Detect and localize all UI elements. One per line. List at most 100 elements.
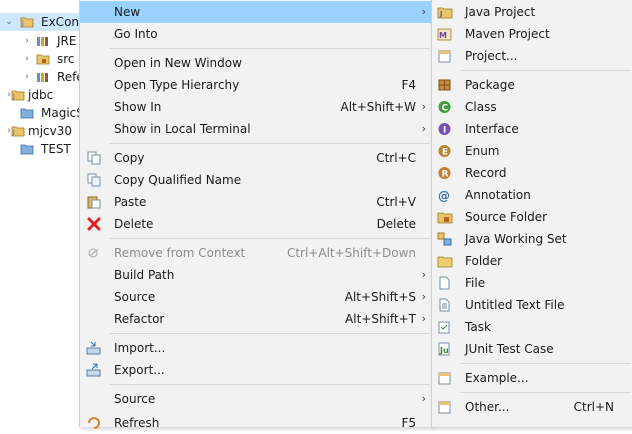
tree-item-label: src: [57, 52, 75, 66]
tree-item-references[interactable]: › Refe: [0, 68, 84, 86]
menu-item-source-2[interactable]: Source ›: [80, 388, 432, 410]
svg-text:J: J: [12, 93, 15, 100]
submenu-item-label: JUnit Test Case: [465, 342, 554, 356]
submenu-item-junit-test-case[interactable]: Ju JUnit Test Case: [432, 338, 632, 360]
submenu-item-java-project[interactable]: J Java Project: [432, 1, 632, 23]
submenu-item-folder[interactable]: Folder: [432, 250, 632, 272]
menu-item-shortcut: Ctrl+V: [376, 195, 416, 209]
menu-item-delete[interactable]: Delete Delete: [80, 213, 432, 235]
tree-item-jdbc[interactable]: › J jdbc: [0, 86, 80, 104]
submenu-item-label: Package: [465, 78, 515, 92]
menu-item-label: Delete: [114, 217, 154, 231]
tree-item-magics[interactable]: MagicS: [0, 104, 84, 122]
menu-item-shortcut: Ctrl+C: [376, 151, 416, 165]
menu-item-label: Import...: [114, 341, 166, 355]
chevron-right-icon[interactable]: ›: [22, 68, 32, 86]
package-icon: [438, 79, 451, 91]
library-icon: [37, 73, 48, 82]
menu-item-copy-qualified-name[interactable]: Copy Qualified Name: [80, 169, 432, 191]
folder-icon: [20, 144, 34, 155]
submenu-item-label: Enum: [465, 144, 500, 158]
folder-icon: [20, 108, 34, 119]
project-explorer-tree: ⌄ J ExConn › JRE › src › Refe › J jdbc M…: [0, 0, 87, 427]
menu-separator: [110, 143, 430, 144]
task-icon: [438, 321, 450, 334]
submenu-item-label: Project...: [465, 49, 518, 63]
submenu-item-interface[interactable]: I Interface: [432, 118, 632, 140]
menu-item-refactor[interactable]: Refactor Alt+Shift+T ›: [80, 308, 432, 330]
tree-item-label: TEST: [41, 142, 71, 156]
chevron-right-icon: ›: [421, 312, 426, 325]
menu-item-import[interactable]: Import...: [80, 337, 432, 359]
svg-text:I: I: [443, 126, 446, 136]
menu-item-show-in-local-terminal[interactable]: Show in Local Terminal ›: [80, 118, 432, 140]
submenu-item-label: Example...: [465, 371, 529, 385]
menu-item-shortcut: Delete: [376, 217, 416, 231]
menu-item-shortcut: Ctrl+Alt+Shift+Down: [286, 246, 416, 260]
submenu-item-other[interactable]: Other... Ctrl+N: [432, 396, 632, 418]
svg-text:J: J: [12, 129, 15, 136]
paste-icon: [87, 196, 101, 209]
menu-separator: [110, 384, 430, 385]
submenu-item-task[interactable]: Task: [432, 316, 632, 338]
submenu-item-example[interactable]: Example...: [432, 367, 632, 389]
menu-item-shortcut: Alt+Shift+S: [344, 290, 416, 304]
context-menu: New › Go Into Open in New Window Open Ty…: [79, 0, 433, 430]
svg-text:J: J: [439, 10, 443, 18]
enum-icon: E: [438, 145, 451, 158]
chevron-down-icon[interactable]: ⌄: [4, 13, 14, 31]
submenu-item-label: File: [465, 276, 486, 290]
chevron-right-icon: ›: [421, 100, 426, 113]
submenu-item-enum[interactable]: E Enum: [432, 140, 632, 162]
menu-item-shortcut: Alt+Shift+T: [345, 312, 416, 326]
menu-item-show-in[interactable]: Show In Alt+Shift+W ›: [80, 96, 432, 118]
submenu-item-project[interactable]: Project...: [432, 45, 632, 67]
tree-item-mjcv30[interactable]: › J mjcv30: [0, 122, 80, 140]
menu-separator: [110, 333, 430, 334]
source-folder-icon: [36, 54, 50, 65]
tree-item-label: JRE: [57, 34, 77, 48]
menu-item-paste[interactable]: Paste Ctrl+V: [80, 191, 432, 213]
submenu-item-label: Java Working Set: [465, 232, 567, 246]
submenu-item-label: Maven Project: [465, 27, 550, 41]
menu-item-open-type-hierarchy[interactable]: Open Type Hierarchy F4: [80, 74, 432, 96]
submenu-item-file[interactable]: File: [432, 272, 632, 294]
submenu-item-label: Class: [465, 100, 497, 114]
menu-item-label: Open in New Window: [114, 56, 242, 70]
submenu-item-label: Source Folder: [465, 210, 548, 224]
chevron-right-icon[interactable]: ›: [22, 50, 32, 68]
submenu-item-annotation[interactable]: @ Annotation: [432, 184, 632, 206]
tree-item-label: mjcv30: [28, 124, 72, 138]
chevron-right-icon[interactable]: ›: [22, 32, 32, 50]
menu-item-label: Export...: [114, 363, 165, 377]
menu-item-open-in-new-window[interactable]: Open in New Window: [80, 52, 432, 74]
menu-item-remove-from-context[interactable]: Remove from Context Ctrl+Alt+Shift+Down: [80, 242, 432, 264]
menu-item-refresh[interactable]: Refresh F5: [80, 412, 432, 434]
menu-item-copy[interactable]: Copy Ctrl+C: [80, 147, 432, 169]
maven-project-icon: M: [437, 28, 452, 41]
menu-item-export[interactable]: Export...: [80, 359, 432, 381]
menu-item-label: Paste: [114, 195, 147, 209]
menu-item-go-into[interactable]: Go Into: [80, 23, 432, 45]
tree-item-test[interactable]: TEST: [0, 140, 80, 158]
submenu-item-source-folder[interactable]: Source Folder: [432, 206, 632, 228]
menu-item-new[interactable]: New ›: [80, 1, 432, 23]
menu-item-label: Refresh: [114, 416, 160, 430]
menu-item-build-path[interactable]: Build Path ›: [80, 264, 432, 286]
submenu-item-untitled-text-file[interactable]: Untitled Text File: [432, 294, 632, 316]
refresh-icon: [88, 417, 100, 429]
menu-item-source[interactable]: Source Alt+Shift+S ›: [80, 286, 432, 308]
delete-icon: [87, 217, 101, 231]
submenu-item-maven-project[interactable]: M Maven Project: [432, 23, 632, 45]
submenu-item-java-working-set[interactable]: Java Working Set: [432, 228, 632, 250]
submenu-item-record[interactable]: R Record: [432, 162, 632, 184]
submenu-item-class[interactable]: C Class: [432, 96, 632, 118]
submenu-item-label: Record: [465, 166, 507, 180]
tree-item-jre[interactable]: › JRE: [0, 32, 80, 50]
menu-separator: [110, 238, 430, 239]
tree-item-src[interactable]: › src: [0, 50, 80, 68]
menu-item-label: Copy Qualified Name: [114, 173, 242, 187]
tree-item-exconn[interactable]: ⌄ J ExConn: [0, 13, 87, 31]
submenu-item-package[interactable]: Package: [432, 74, 632, 96]
submenu-item-label: Other...: [465, 400, 510, 414]
